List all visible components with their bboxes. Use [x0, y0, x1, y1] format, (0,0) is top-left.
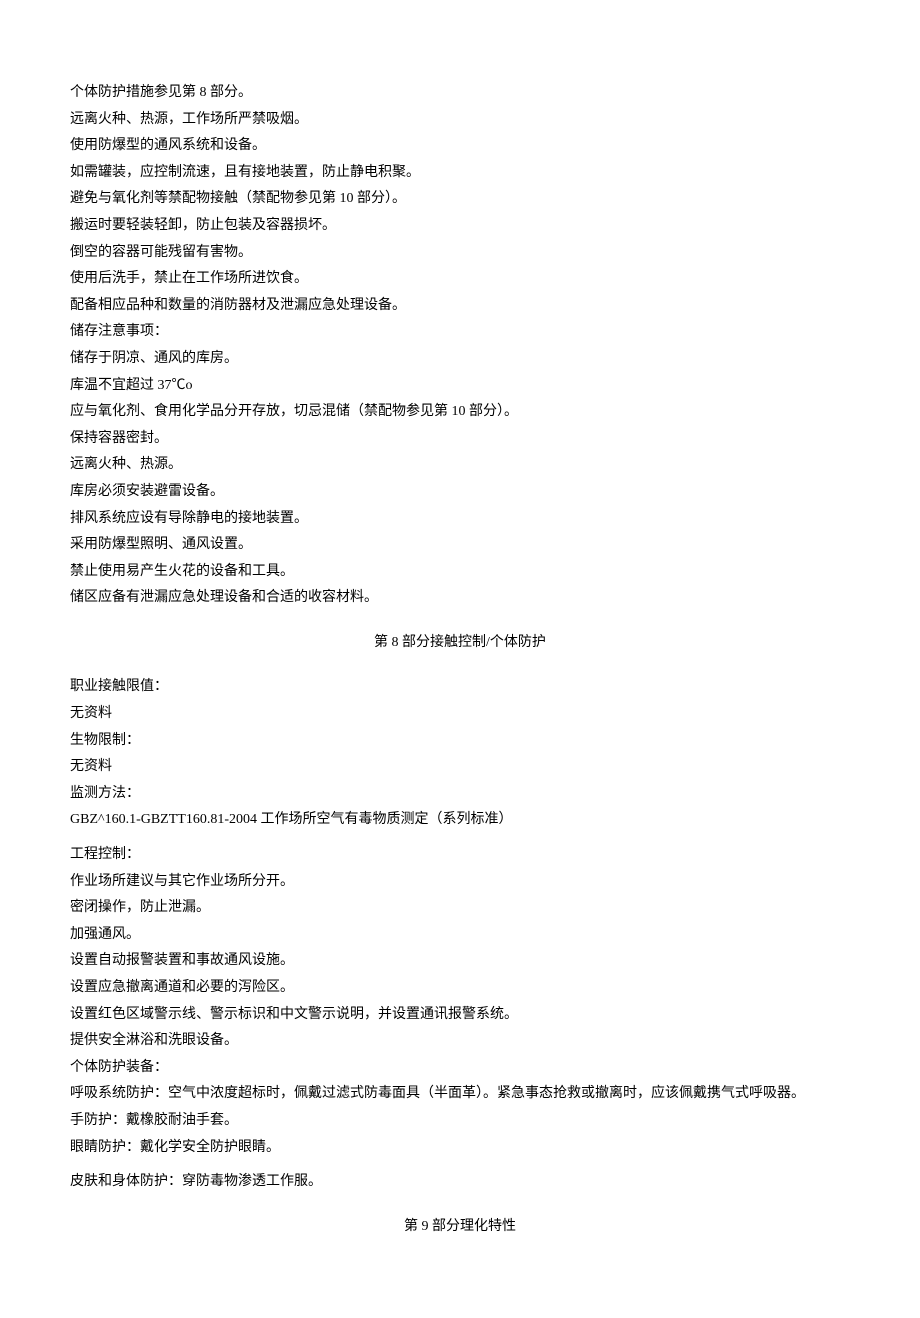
body-line: 保持容器密封。	[70, 426, 850, 453]
body-line: 设置自动报警装置和事故通风设施。	[70, 948, 850, 975]
body-line: 储存于阴凉、通风的库房。	[70, 346, 850, 373]
body-line: 搬运时要轻装轻卸，防止包装及容器损坏。	[70, 213, 850, 240]
body-line: 设置红色区域警示线、警示标识和中文警示说明，并设置通讯报警系统。	[70, 1002, 850, 1029]
body-line: 避免与氧化剂等禁配物接触（禁配物参见第 10 部分）。	[70, 186, 850, 213]
body-line: 储区应备有泄漏应急处理设备和合适的收容材料。	[70, 585, 850, 612]
body-line: 配备相应品种和数量的消防器材及泄漏应急处理设备。	[70, 293, 850, 320]
body-line: 设置应急撤离通道和必要的泻险区。	[70, 975, 850, 1002]
section-9-title: 第 9 部分理化特性	[70, 1214, 850, 1241]
section-8-block-3: 皮肤和身体防护：穿防毒物渗透工作服。	[70, 1169, 850, 1196]
body-line: 采用防爆型照明、通风设置。	[70, 532, 850, 559]
body-line: 皮肤和身体防护：穿防毒物渗透工作服。	[70, 1169, 850, 1196]
body-line: 使用后洗手，禁止在工作场所进饮食。	[70, 266, 850, 293]
section-7-body: 个体防护措施参见第 8 部分。 远离火种、热源，工作场所严禁吸烟。 使用防爆型的…	[70, 80, 850, 612]
spacer	[70, 834, 850, 842]
spacer	[70, 1161, 850, 1169]
body-line: 手防护：戴橡胶耐油手套。	[70, 1108, 850, 1135]
body-line: 眼睛防护：戴化学安全防护眼睛。	[70, 1135, 850, 1162]
section-8-block-2: 工程控制： 作业场所建议与其它作业场所分开。 密闭操作，防止泄漏。 加强通风。 …	[70, 842, 850, 1161]
body-line: 库房必须安装避雷设备。	[70, 479, 850, 506]
body-line: 工程控制：	[70, 842, 850, 869]
body-line: 个体防护措施参见第 8 部分。	[70, 80, 850, 107]
body-line: 倒空的容器可能残留有害物。	[70, 240, 850, 267]
body-line: 无资料	[70, 701, 850, 728]
body-line: 禁止使用易产生火花的设备和工具。	[70, 559, 850, 586]
body-line: 加强通风。	[70, 922, 850, 949]
body-line: GBZ^160.1-GBZTT160.81-2004 工作场所空气有毒物质测定（…	[70, 807, 850, 834]
body-line: 作业场所建议与其它作业场所分开。	[70, 869, 850, 896]
section-8-title: 第 8 部分接触控制/个体防护	[70, 630, 850, 657]
body-line: 密闭操作，防止泄漏。	[70, 895, 850, 922]
body-line: 储存注意事项：	[70, 319, 850, 346]
body-line: 生物限制：	[70, 728, 850, 755]
body-line: 提供安全淋浴和洗眼设备。	[70, 1028, 850, 1055]
body-line: 个体防护装备：	[70, 1055, 850, 1082]
body-line: 呼吸系统防护：空气中浓度超标时，佩戴过滤式防毒面具（半面革）。紧急事态抢救或撤离…	[70, 1081, 850, 1108]
body-line: 排风系统应设有导除静电的接地装置。	[70, 506, 850, 533]
body-line: 如需罐装，应控制流速，且有接地装置，防止静电积聚。	[70, 160, 850, 187]
body-line: 职业接触限值：	[70, 674, 850, 701]
body-line: 使用防爆型的通风系统和设备。	[70, 133, 850, 160]
body-line: 远离火种、热源，工作场所严禁吸烟。	[70, 107, 850, 134]
body-line: 无资料	[70, 754, 850, 781]
body-line: 远离火种、热源。	[70, 452, 850, 479]
body-line: 监测方法：	[70, 781, 850, 808]
section-8-block-1: 职业接触限值： 无资料 生物限制： 无资料 监测方法： GBZ^160.1-GB…	[70, 674, 850, 834]
body-line: 库温不宜超过 37℃o	[70, 373, 850, 400]
body-line: 应与氧化剂、食用化学品分开存放，切忌混储（禁配物参见第 10 部分）。	[70, 399, 850, 426]
